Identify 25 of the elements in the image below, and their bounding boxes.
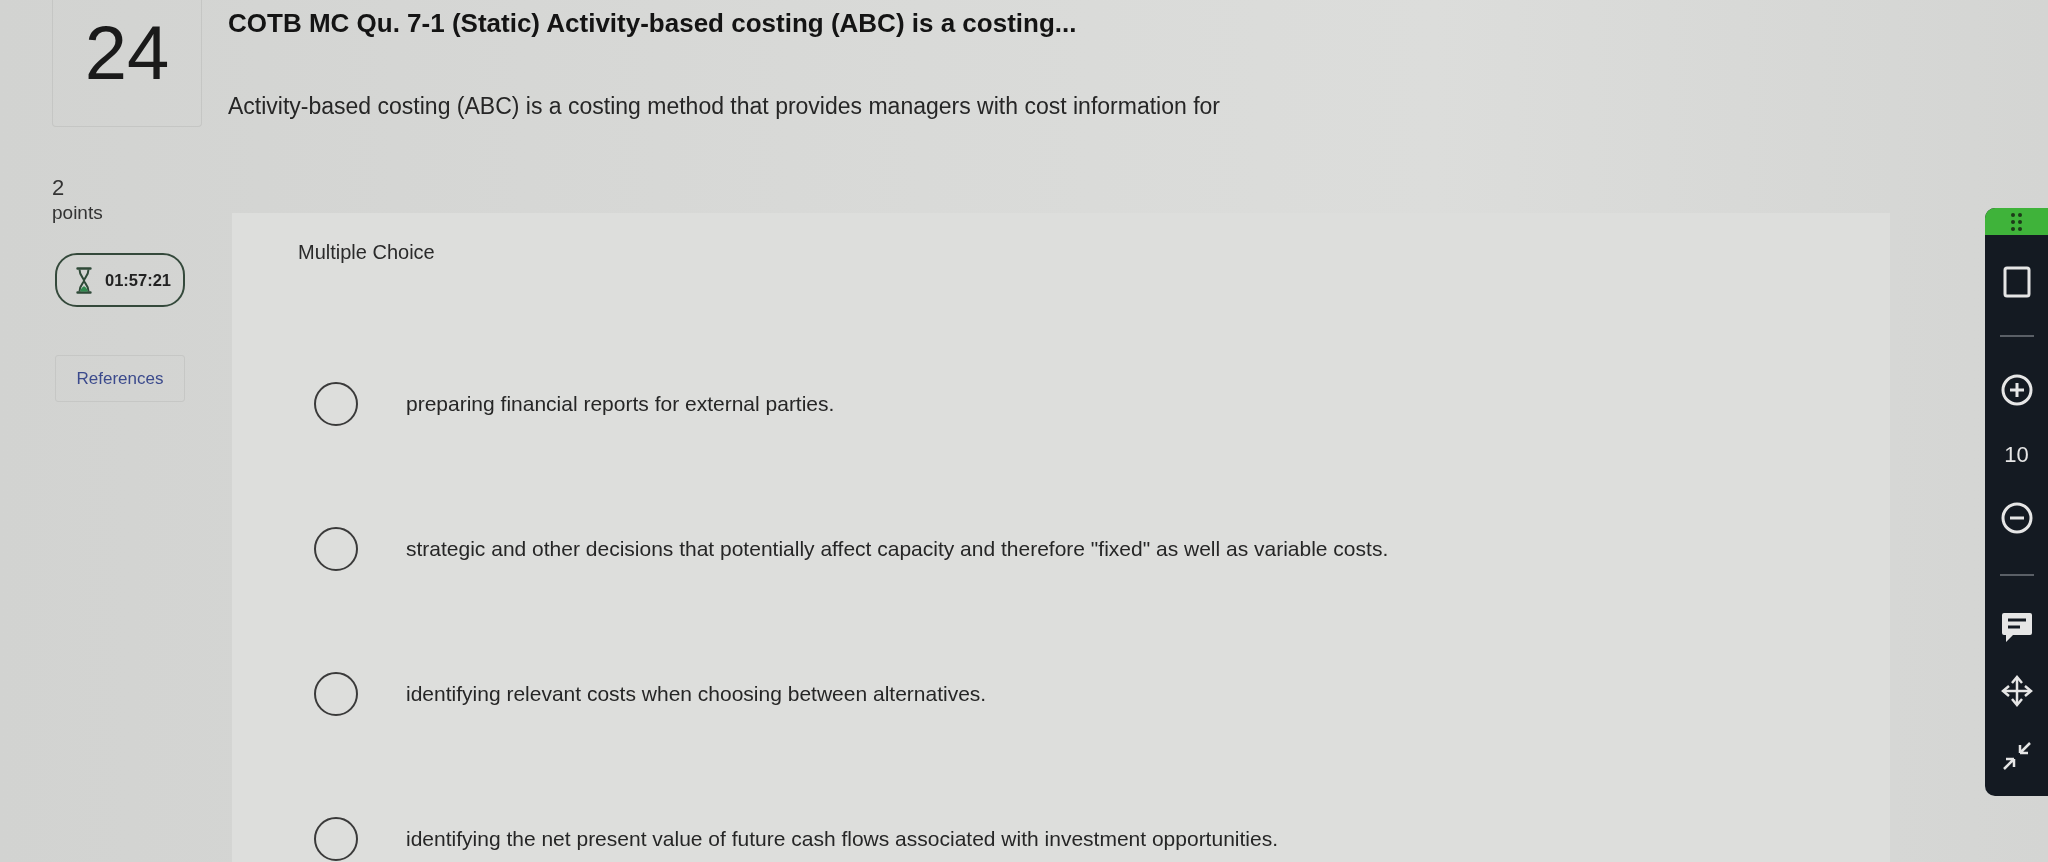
hourglass-icon	[76, 266, 92, 294]
grip-icon	[2011, 212, 2022, 231]
option-text: strategic and other decisions that potentially affect capacity and therefore "fixed" as well as variable costs.	[406, 536, 1389, 562]
radio-button[interactable]	[314, 817, 358, 861]
question-number: 24	[84, 15, 170, 91]
radio-button[interactable]	[314, 527, 358, 571]
zoom-level: 10	[2004, 443, 2029, 467]
question-title: COTB MC Qu. 7-1 (Static) Activity-based costing (ABC) is a costing...	[228, 8, 1078, 38]
question-type-label: Multiple Choice	[298, 240, 435, 264]
move-icon[interactable]	[2000, 675, 2033, 707]
zoom-in-icon[interactable]	[2000, 374, 2033, 406]
option-text: identifying the net present value of future cash flows associated with investment opportunities.	[406, 826, 1278, 852]
drag-handle[interactable]	[1985, 208, 2048, 235]
question-prompt: Activity-based costing (ABC) is a costing method that provides managers with cost information for	[228, 92, 1221, 120]
points-value: 2	[52, 175, 65, 201]
option-text: identifying relevant costs when choosing between alternatives.	[406, 681, 987, 707]
option-text: preparing financial reports for external parties.	[406, 391, 835, 417]
radio-button[interactable]	[314, 672, 358, 716]
rectangle-icon[interactable]	[2002, 266, 2031, 298]
timer-text: 01:57:21	[105, 270, 172, 290]
radio-button[interactable]	[314, 382, 358, 426]
references-button[interactable]: References	[55, 355, 185, 402]
zoom-out-icon[interactable]	[2000, 502, 2033, 534]
chat-icon[interactable]	[2000, 612, 2033, 643]
points-label: points	[52, 201, 103, 225]
